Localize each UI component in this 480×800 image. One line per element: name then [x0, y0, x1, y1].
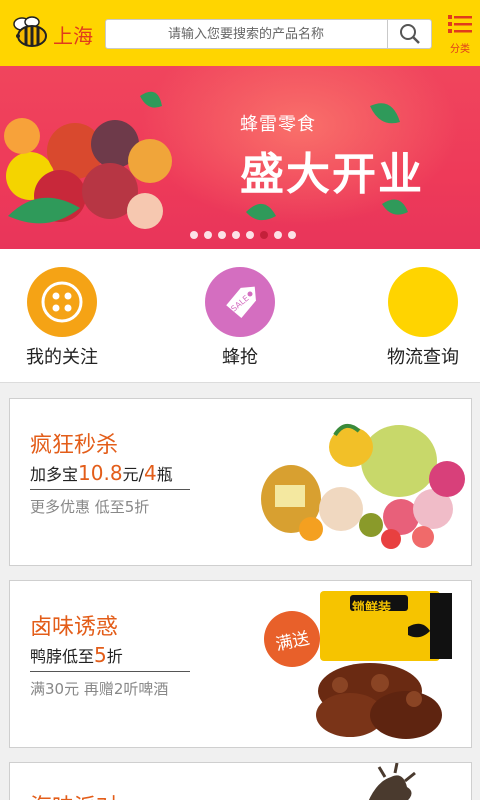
- offer-unit: 折: [106, 647, 123, 666]
- offer-price: 5: [94, 643, 107, 667]
- carousel-dot[interactable]: [232, 231, 240, 239]
- carousel-dot[interactable]: [190, 231, 198, 239]
- promo-card-flash-sale[interactable]: 疯狂秒杀 加多宝10.8元/4瓶 更多优惠 低至5折: [9, 398, 472, 566]
- promo-card-seafood[interactable]: 海味派对: [9, 762, 472, 800]
- menu-label: 分类: [450, 44, 470, 55]
- promo-title: 疯狂秒杀: [30, 433, 119, 458]
- quick-nav: 我的关注 SALE 蜂抢 物流查询: [0, 249, 480, 383]
- carousel-dot[interactable]: [218, 231, 226, 239]
- promo-note: 更多优惠 低至5折: [30, 498, 150, 516]
- top-bar: 上海 分类: [0, 0, 480, 66]
- nav-label: 我的关注: [26, 347, 98, 368]
- offer-unit: 元/: [122, 465, 144, 484]
- promo-offer: 鸭脖低至5折: [30, 643, 123, 667]
- truck-icon: [388, 267, 458, 337]
- divider: [30, 671, 190, 672]
- nav-flash-sale[interactable]: SALE 蜂抢: [190, 267, 290, 369]
- carousel-dot[interactable]: [204, 231, 212, 239]
- banner-subtitle: 蜂雷零食: [240, 114, 316, 135]
- promo-banner[interactable]: 蜂雷零食 盛大开业: [0, 66, 480, 249]
- category-menu-button[interactable]: 分类: [446, 14, 474, 55]
- package-label: 锁鲜装: [352, 601, 392, 616]
- promo-title: 海味派对: [30, 789, 118, 800]
- nav-label: 蜂抢: [222, 347, 258, 368]
- promo-card-braised[interactable]: 卤味诱惑 鸭脖低至5折 满30元 再赠2听啤酒 满送 锁鲜装: [9, 580, 472, 748]
- carousel-dot[interactable]: [274, 231, 282, 239]
- promo-note: 满30元 再赠2听啤酒: [30, 680, 169, 698]
- carousel-dot[interactable]: [288, 231, 296, 239]
- search-icon: [399, 24, 420, 44]
- carousel-dot[interactable]: [246, 231, 254, 239]
- bee-logo-icon[interactable]: [10, 14, 50, 50]
- list-menu-icon: [448, 15, 472, 33]
- offer-text: 加多宝: [30, 465, 79, 484]
- nav-logistics[interactable]: 物流查询: [373, 267, 473, 369]
- offer-qty: 4: [143, 461, 157, 485]
- button-icon: [27, 267, 97, 337]
- offer-suffix: 瓶: [156, 465, 173, 484]
- search-input[interactable]: [106, 20, 386, 48]
- nav-label: 物流查询: [387, 347, 459, 368]
- city-selector[interactable]: 上海: [53, 20, 93, 49]
- divider: [30, 489, 190, 490]
- search-box: [105, 19, 432, 49]
- offer-text: 鸭脖低至: [30, 647, 95, 666]
- nav-my-follow[interactable]: 我的关注: [12, 267, 112, 369]
- search-button[interactable]: [387, 20, 431, 48]
- offer-price: 10.8: [78, 461, 123, 485]
- sale-tag-icon: SALE: [205, 267, 275, 337]
- promo-offer: 加多宝10.8元/4瓶: [30, 461, 173, 485]
- fruit-basket-icon: [261, 423, 465, 549]
- banner-title: 盛大开业: [240, 149, 424, 200]
- carousel-dots: [190, 231, 296, 239]
- promo-title: 卤味诱惑: [30, 615, 119, 640]
- seafood-icon: [368, 763, 416, 800]
- carousel-dot-active[interactable]: [260, 231, 268, 239]
